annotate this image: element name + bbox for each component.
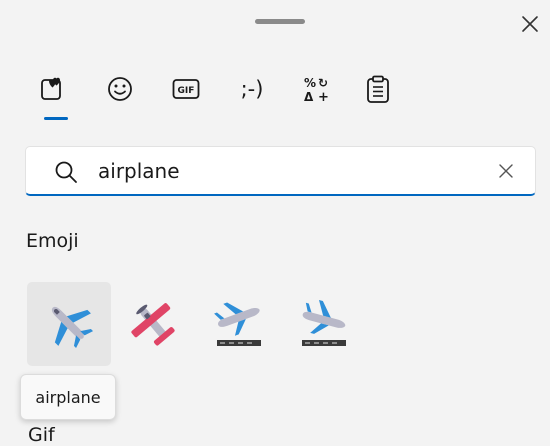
drag-handle[interactable] [255,19,305,24]
tab-clipboard[interactable] [354,66,402,112]
svg-text:%: % [304,76,316,90]
close-button[interactable] [514,8,546,40]
svg-text:↻: ↻ [318,76,328,90]
tab-favorites[interactable] [28,66,76,112]
emoji-airplane-arrival[interactable] [282,282,366,366]
tab-gif[interactable]: GIF [162,66,210,112]
svg-text:Δ: Δ [304,90,314,103]
airplane-arrival-emoji-icon [302,300,346,346]
active-tab-indicator [44,117,68,120]
close-icon [522,16,538,32]
heart-clock-icon [41,77,61,100]
close-icon [499,164,513,178]
tab-emoji[interactable] [96,66,144,112]
emoji-airplane-departure[interactable] [197,282,281,366]
section-title-emoji: Emoji [26,230,79,252]
emoji-panel: GIF ;-) % ↻ Δ + airplane Emoji Gif airpl… [0,0,550,446]
gif-icon: GIF [172,79,200,99]
svg-text:+: + [318,90,329,103]
svg-text:GIF: GIF [178,86,195,96]
search-box [25,146,536,196]
tab-symbols[interactable]: % ↻ Δ + [293,66,341,112]
search-icon [55,161,77,183]
smiley-icon [108,77,132,101]
tab-kaomoji[interactable]: ;-) [228,66,276,112]
clipboard-icon [367,75,389,103]
symbols-icon: % ↻ Δ + [304,76,329,103]
airplane-departure-emoji-icon [214,302,261,346]
kaomoji-label: ;-) [240,77,264,101]
airplane-emoji-icon [51,306,94,349]
clear-search-button[interactable] [494,159,518,183]
emoji-tooltip: airplane [20,374,116,420]
section-title-gif: Gif [28,424,55,446]
small-airplane-emoji-icon [131,303,175,346]
emoji-small-airplane[interactable] [112,282,196,366]
search-input[interactable] [98,154,478,188]
emoji-airplane[interactable] [27,282,111,366]
